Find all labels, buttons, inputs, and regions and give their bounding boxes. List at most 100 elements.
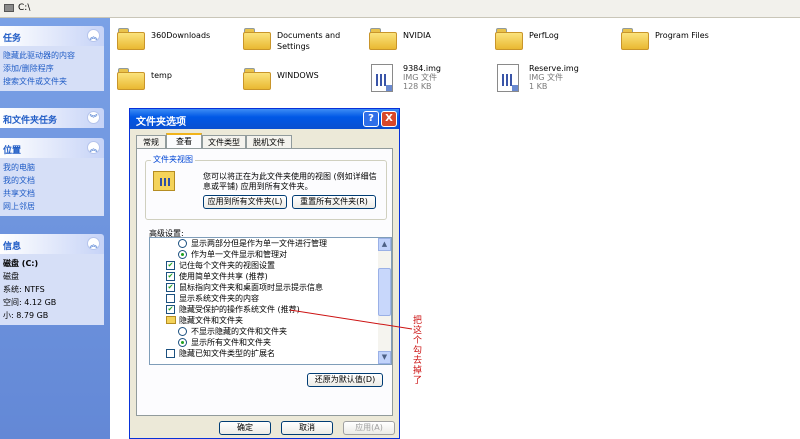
view-tab-page: 文件夹视图 您可以将正在为此文件夹使用的视图 (例如详细信息或平铺) 应用到所有… <box>136 148 393 416</box>
checkbox[interactable] <box>166 294 175 303</box>
folder-icon <box>117 28 145 50</box>
radio-button[interactable] <box>178 327 187 336</box>
place-my-computer[interactable]: 我的电脑 <box>3 161 101 174</box>
file-size: 1 KB <box>529 82 548 91</box>
collapse-chevron-icon[interactable]: ︽ <box>87 141 100 154</box>
img-file-icon <box>497 64 519 92</box>
file-item[interactable]: 9384.img IMG 文件 128 KB <box>369 64 489 100</box>
folder-name: Documents and Settings <box>277 31 341 51</box>
setting-label: 使用简单文件共享 (推荐) <box>179 272 268 281</box>
checkbox[interactable]: ✔ <box>166 283 175 292</box>
folder-name: NVIDIA <box>403 31 431 40</box>
setting-label: 显示所有文件和文件夹 <box>191 338 271 347</box>
setting-label: 记住每个文件夹的视图设置 <box>179 261 275 270</box>
setting-label: 显示两部分但是作为单一文件进行管理 <box>191 239 327 248</box>
folder-icon <box>369 28 397 50</box>
ok-button[interactable]: 确定 <box>219 421 271 435</box>
apply-button[interactable]: 应用(A) <box>343 421 395 435</box>
file-size: 128 KB <box>403 82 432 91</box>
places-header[interactable]: 位置 ︽ <box>0 138 104 158</box>
setting-label: 隐藏受保护的操作系统文件 (推荐) <box>179 305 300 314</box>
folder-name: 360Downloads <box>151 31 211 40</box>
scroll-down-arrow-icon[interactable]: ▼ <box>378 351 391 364</box>
radio-button[interactable] <box>178 338 187 347</box>
restore-defaults-button[interactable]: 还原为默认值(D) <box>307 373 383 387</box>
folder-item[interactable]: Program Files <box>621 24 741 60</box>
folder-item[interactable]: PerfLog <box>495 24 615 60</box>
img-file-icon <box>371 64 393 92</box>
help-button[interactable]: ? <box>363 111 379 127</box>
tab-file-types[interactable]: 文件类型 <box>202 135 246 148</box>
radio-button[interactable] <box>178 239 187 248</box>
apply-to-all-folders-button[interactable]: 应用到所有文件夹(L) <box>203 195 287 209</box>
scroll-up-arrow-icon[interactable]: ▲ <box>378 238 391 251</box>
place-network[interactable]: 网上邻居 <box>3 200 101 213</box>
drive-icon <box>4 4 14 12</box>
dialog-titlebar[interactable]: 文件夹选项 ? X <box>130 109 399 129</box>
folder-name: WINDOWS <box>277 71 319 80</box>
task-link-hide-drive[interactable]: 隐藏此驱动器的内容 <box>3 49 101 62</box>
checkbox[interactable]: ✔ <box>166 261 175 270</box>
expand-chevron-icon[interactable]: ︾ <box>87 111 100 124</box>
places-panel: 位置 ︽ 我的电脑 我的文档 共享文档 网上邻居 <box>0 138 104 216</box>
folder-icon <box>621 28 649 50</box>
folder-item[interactable]: temp <box>117 64 237 100</box>
setting-label: 鼠标指向文件夹和桌面项时显示提示信息 <box>179 283 323 292</box>
folder-view-icon <box>153 171 175 191</box>
folder-item[interactable]: NVIDIA <box>369 24 489 60</box>
close-button[interactable]: X <box>381 111 397 127</box>
places-title: 位置 <box>3 146 22 156</box>
details-header[interactable]: 信息 ︽ <box>0 234 104 254</box>
place-shared-documents[interactable]: 共享文档 <box>3 187 101 200</box>
address-bar[interactable]: C:\ <box>0 0 800 18</box>
file-tasks-panel: 和文件夹任务 ︾ <box>0 108 104 128</box>
radio-button[interactable] <box>178 250 187 259</box>
folder-item[interactable]: WINDOWS <box>243 64 363 100</box>
folder-views-description: 您可以将正在为此文件夹使用的视图 (例如详细信息或平铺) 应用到所有文件夹。 <box>203 172 377 191</box>
checkbox[interactable]: ✔ <box>166 272 175 281</box>
file-item[interactable]: Reserve.img IMG 文件 1 KB <box>495 64 615 100</box>
folder-name: Program Files <box>655 31 709 40</box>
folder-icon <box>495 28 523 50</box>
folder-item[interactable]: Documents and Settings <box>243 24 363 60</box>
advanced-settings-list[interactable]: 显示两部分但是作为单一文件进行管理 作为单一文件显示和管理对 ✔ 记住每个文件夹… <box>149 237 392 365</box>
system-tasks-panel: 任务 ︽ 隐藏此驱动器的内容 添加/删除程序 搜索文件或文件夹 <box>0 26 104 91</box>
checkbox[interactable]: ✔ <box>166 305 175 314</box>
tab-offline-files[interactable]: 脱机文件 <box>246 135 292 148</box>
place-my-documents[interactable]: 我的文档 <box>3 174 101 187</box>
folder-item[interactable]: 360Downloads <box>117 24 237 60</box>
task-link-add-remove-programs[interactable]: 添加/删除程序 <box>3 62 101 75</box>
detail-free-space: 空间: 4.12 GB <box>3 298 57 307</box>
file-tasks-header[interactable]: 和文件夹任务 ︾ <box>0 108 104 128</box>
reset-all-folders-button[interactable]: 重置所有文件夹(R) <box>292 195 376 209</box>
system-tasks-title: 任务 <box>3 34 22 44</box>
folder-name: PerfLog <box>529 31 559 40</box>
dialog-title: 文件夹选项 <box>136 117 186 128</box>
tab-general[interactable]: 常规 <box>136 135 166 148</box>
file-type: IMG 文件 <box>403 73 438 82</box>
checkbox[interactable] <box>166 349 175 358</box>
folder-icon <box>166 316 176 324</box>
address-text: C:\ <box>18 3 31 13</box>
task-link-search[interactable]: 搜索文件或文件夹 <box>3 75 101 88</box>
collapse-chevron-icon[interactable]: ︽ <box>87 237 100 250</box>
system-tasks-header[interactable]: 任务 ︽ <box>0 26 104 46</box>
setting-label: 隐藏文件和文件夹 <box>179 316 243 325</box>
folder-name: temp <box>151 71 172 80</box>
file-type: IMG 文件 <box>529 73 564 82</box>
detail-name: 磁盘 (C:) <box>3 259 39 268</box>
annotation-note: 把这个勾去掉了 <box>413 316 423 386</box>
file-tasks-title: 和文件夹任务 <box>3 116 58 126</box>
tab-view[interactable]: 查看 <box>166 133 202 149</box>
setting-label: 作为单一文件显示和管理对 <box>191 250 287 259</box>
file-name: Reserve.img <box>529 64 579 73</box>
file-name: 9384.img <box>403 64 441 73</box>
detail-filesystem: 系统: NTFS <box>3 285 45 294</box>
folder-icon <box>117 68 145 90</box>
collapse-chevron-icon[interactable]: ︽ <box>87 29 100 42</box>
vertical-scrollbar[interactable]: ▲ ▼ <box>378 238 391 364</box>
details-title: 信息 <box>3 242 22 252</box>
detail-type: 磁盘 <box>3 272 19 281</box>
detail-total-size: 小: 8.79 GB <box>3 311 49 320</box>
cancel-button[interactable]: 取消 <box>281 421 333 435</box>
